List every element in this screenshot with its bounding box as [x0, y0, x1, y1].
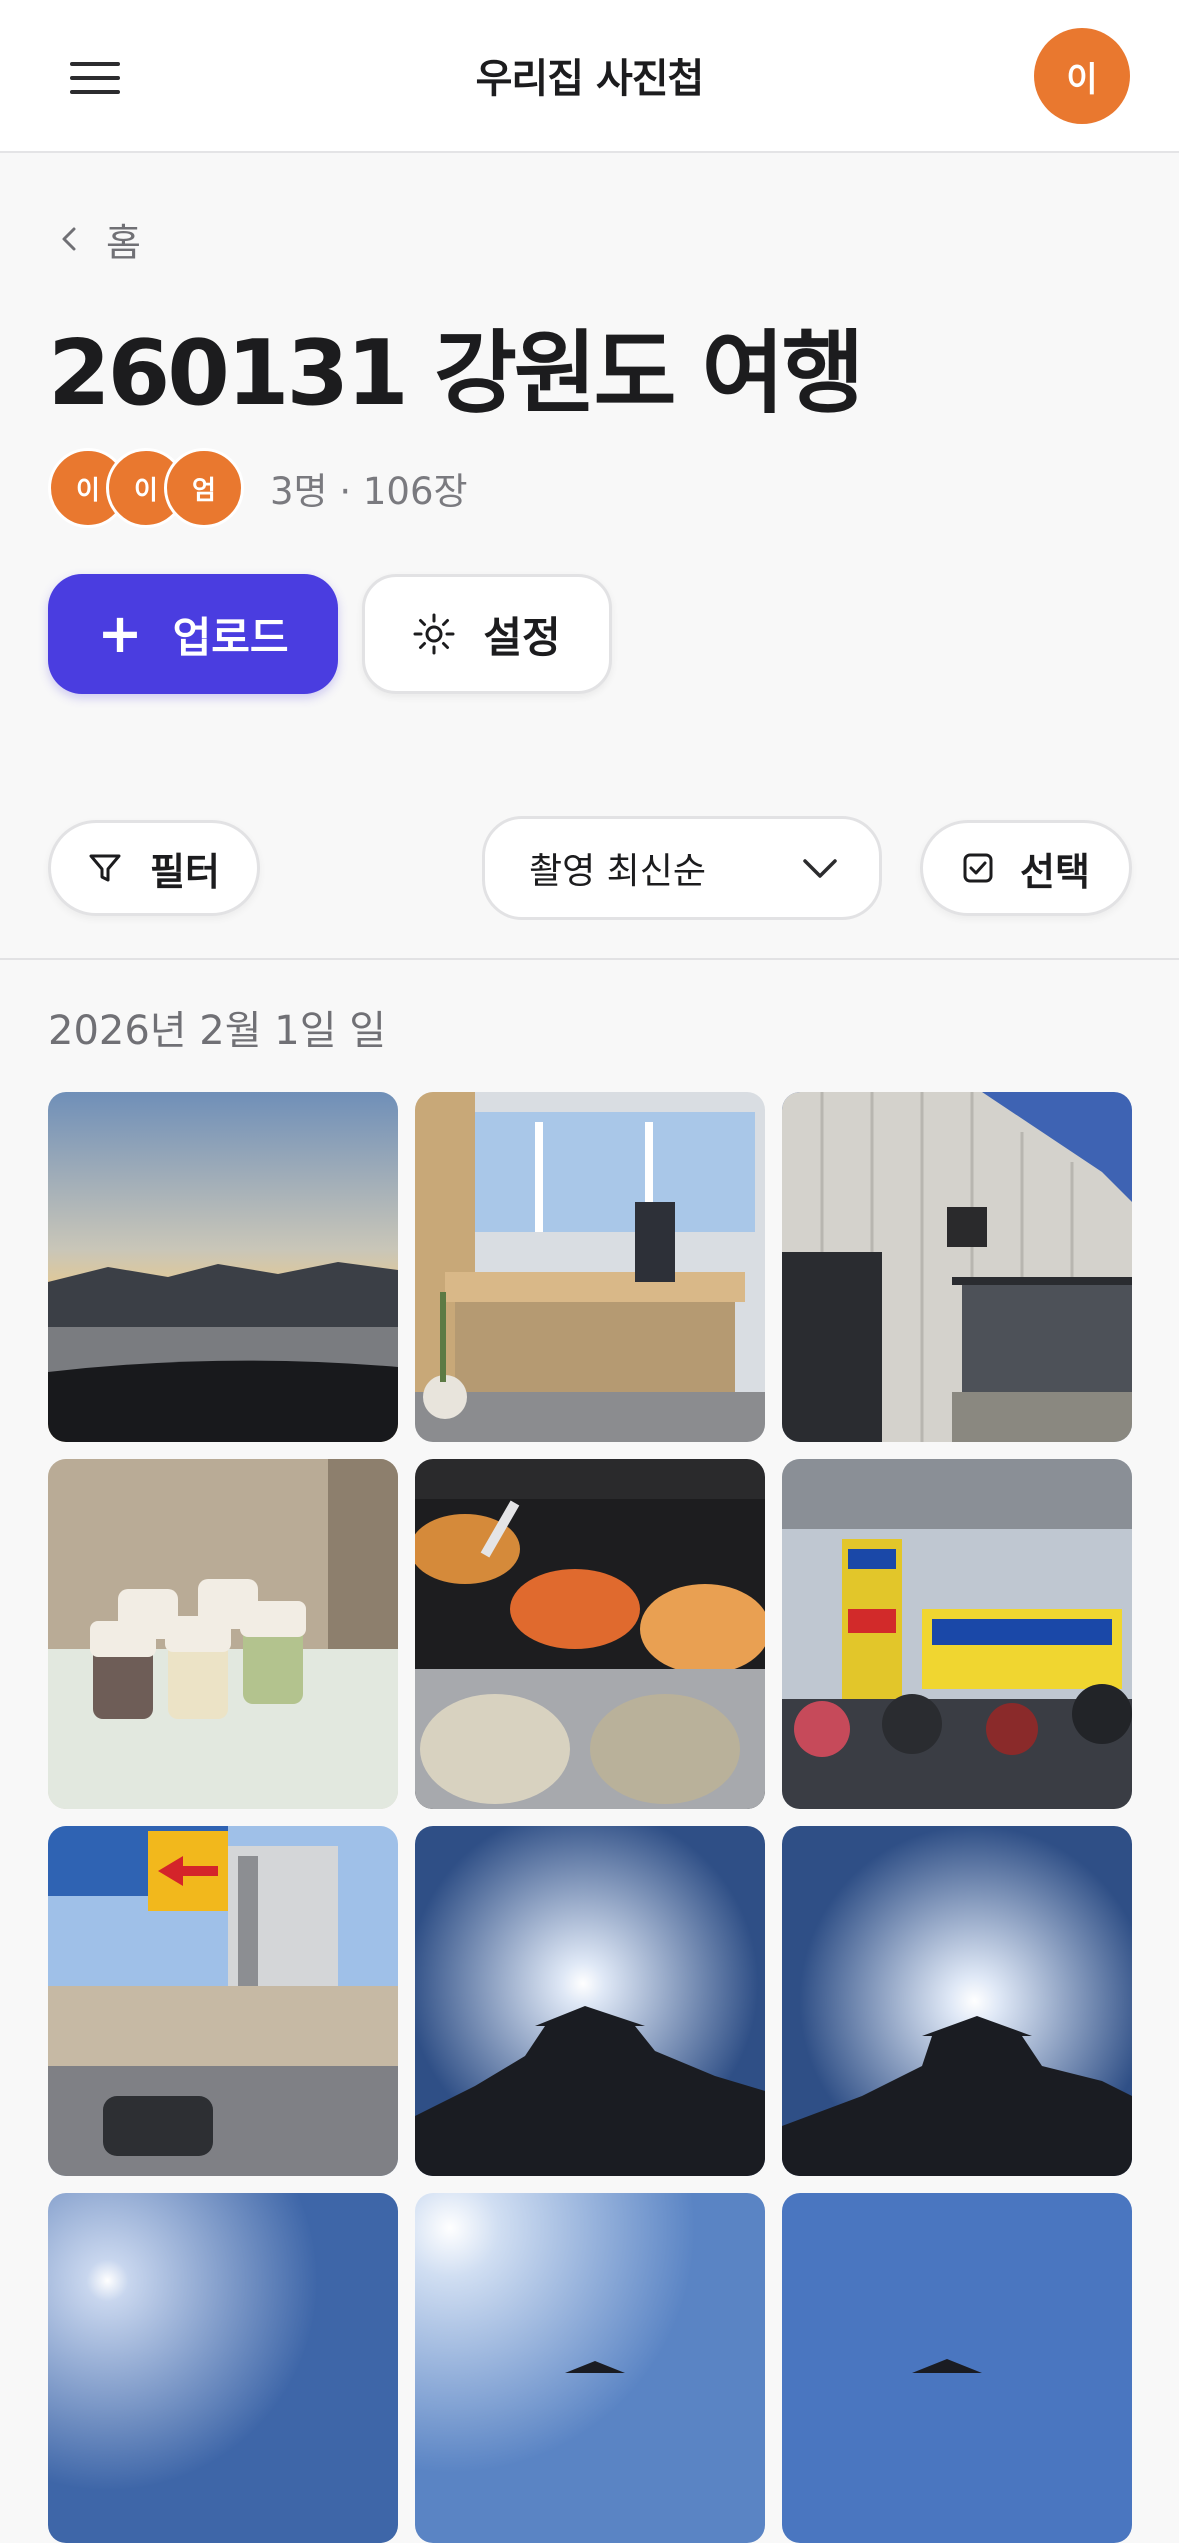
settings-label: 설정	[483, 612, 561, 662]
photo-thumbnail[interactable]	[415, 2193, 765, 2543]
divider	[0, 958, 1179, 960]
sort-select[interactable]: 촬영 최신순	[482, 816, 882, 920]
filter-label: 필터	[150, 849, 220, 894]
select-button[interactable]: 선택	[920, 820, 1132, 916]
upload-button[interactable]: + 업로드	[48, 574, 338, 694]
photo-thumbnail[interactable]	[415, 1092, 765, 1442]
breadcrumb-label: 홈	[106, 220, 141, 265]
sun-icon	[413, 613, 455, 655]
page-title: 260131 강원도 여행	[48, 321, 864, 426]
filter-button[interactable]: 필터	[48, 820, 260, 916]
photo-thumbnail[interactable]	[782, 1826, 1132, 2176]
photo-thumbnail[interactable]	[48, 1459, 398, 1809]
photo-thumbnail[interactable]	[415, 1459, 765, 1809]
upload-label: 업로드	[172, 612, 289, 662]
member-avatar: 엄	[164, 448, 244, 528]
date-group-header: 2026년 2월 1일 일	[48, 1008, 387, 1054]
sort-value: 촬영 최신순	[529, 851, 707, 892]
chevron-left-icon	[62, 227, 76, 251]
filter-icon	[89, 854, 121, 882]
app-title: 우리집 사진첩	[475, 56, 705, 102]
photo-thumbnail[interactable]	[415, 1826, 765, 2176]
breadcrumb-back[interactable]: 홈	[56, 214, 141, 265]
chevron-down-icon	[803, 859, 837, 878]
photo-thumbnail[interactable]	[48, 2193, 398, 2543]
checkbox-icon	[963, 853, 993, 883]
album-members[interactable]: 이 이 엄 3명 · 106장	[48, 448, 468, 528]
plus-icon: +	[97, 602, 143, 665]
user-avatar[interactable]: 이	[1034, 28, 1130, 124]
photo-thumbnail[interactable]	[48, 1092, 398, 1442]
photo-thumbnail[interactable]	[782, 2193, 1132, 2543]
photo-thumbnail[interactable]	[782, 1459, 1132, 1809]
album-meta: 3명 · 106장	[270, 470, 468, 513]
settings-button[interactable]: 설정	[362, 574, 612, 694]
top-app-bar: 우리집 사진첩 이	[0, 0, 1179, 153]
select-label: 선택	[1020, 849, 1090, 894]
photo-thumbnail[interactable]	[48, 1826, 398, 2176]
photo-thumbnail[interactable]	[782, 1092, 1132, 1442]
